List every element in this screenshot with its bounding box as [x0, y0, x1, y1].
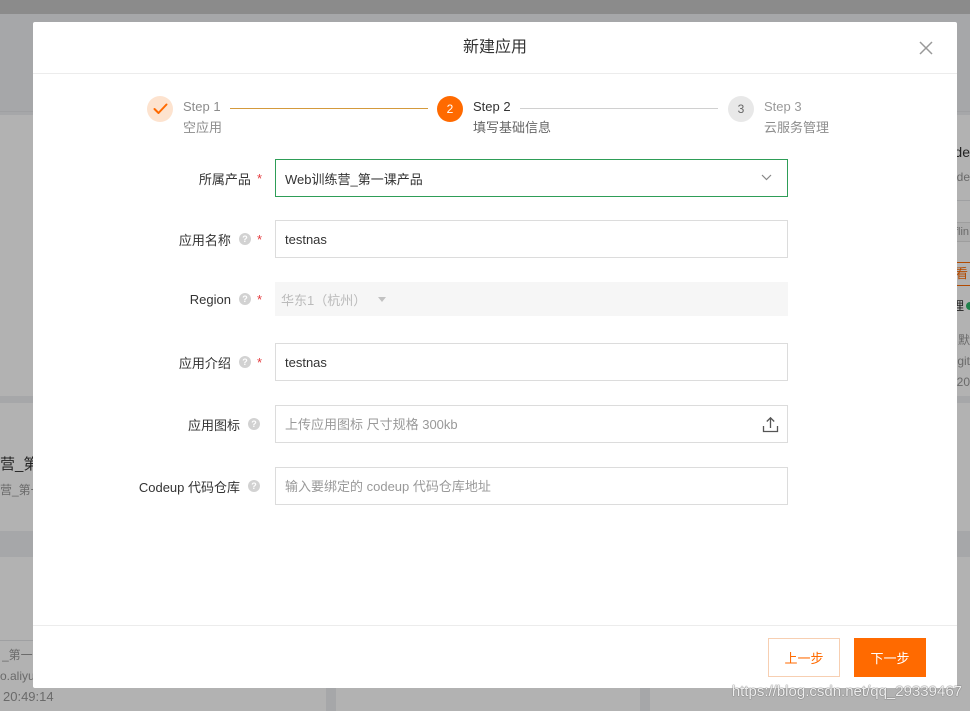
app-name-label: 应用名称 ? *: [33, 220, 262, 258]
app-description-label-text: 应用介绍: [178, 355, 231, 371]
region-select: 华东1（杭州）: [275, 282, 788, 316]
step-2: 2 Step 2 填写基础信息: [437, 96, 551, 137]
codeup-repo-label: Codeup 代码仓库 ?: [33, 467, 262, 505]
product-label-text: 所属产品: [198, 171, 251, 187]
step-3-title: Step 3: [764, 99, 802, 114]
chevron-down-icon: [761, 174, 772, 181]
product-select-value: Web训练营_第一课产品: [285, 171, 423, 187]
close-icon: [919, 41, 933, 55]
form-row-app-icon: 应用图标 ?: [33, 405, 788, 443]
step-1-text: Step 1 空应用: [183, 98, 222, 137]
codeup-repo-label-text: Codeup 代码仓库: [138, 479, 240, 495]
app-icon-label-text: 应用图标: [187, 417, 240, 433]
form-row-codeup-repo: Codeup 代码仓库 ?: [33, 467, 788, 505]
help-icon[interactable]: ?: [238, 233, 251, 245]
form-row-app-name: 应用名称 ? *: [33, 220, 788, 258]
required-mark: *: [256, 291, 262, 307]
form-row-app-description: 应用介绍 ? *: [33, 343, 788, 381]
caret-down-icon: [378, 296, 387, 302]
step-1: Step 1 空应用: [147, 96, 222, 137]
step-3: 3 Step 3 云服务管理: [728, 96, 829, 137]
required-mark: *: [256, 231, 262, 247]
region-select-value: 华东1（杭州）: [281, 292, 367, 308]
app-icon-input[interactable]: [276, 406, 787, 442]
product-select[interactable]: Web训练营_第一课产品: [275, 159, 788, 197]
app-name-field: [275, 220, 788, 258]
step-connector-2: [520, 108, 718, 109]
check-icon: [153, 103, 168, 115]
create-app-dialog: 新建应用 Step 1 空应用 2 Step 2 填写基础信息 3 Step 3: [33, 22, 957, 688]
step-3-description: 云服务管理: [764, 120, 830, 135]
app-icon-label: 应用图标 ?: [33, 405, 262, 443]
step-2-text: Step 2 填写基础信息: [473, 98, 551, 137]
region-label: Region ? *: [33, 282, 262, 316]
close-button[interactable]: [917, 39, 935, 57]
modal-title: 新建应用: [462, 39, 527, 56]
watermark-text: https://blog.csdn.net/qq_29339467: [731, 683, 962, 700]
previous-step-button[interactable]: 上一步: [768, 638, 840, 677]
modal-header: 新建应用: [33, 22, 957, 74]
region-label-text: Region: [189, 291, 231, 307]
step-2-description: 填写基础信息: [473, 120, 552, 135]
step-1-marker: [147, 96, 173, 122]
app-description-input[interactable]: [276, 344, 787, 380]
step-3-marker: 3: [728, 96, 754, 122]
codeup-repo-field: [275, 467, 788, 505]
product-label: 所属产品 *: [33, 159, 262, 197]
step-1-description: 空应用: [183, 120, 223, 135]
app-name-input[interactable]: [276, 221, 787, 257]
required-mark: *: [256, 170, 262, 186]
help-icon[interactable]: ?: [238, 293, 251, 305]
help-icon[interactable]: ?: [248, 418, 260, 430]
codeup-repo-input[interactable]: [276, 468, 787, 504]
app-description-label: 应用介绍 ? *: [33, 343, 262, 381]
app-icon-field: [275, 405, 788, 443]
form-row-product: 所属产品 * Web训练营_第一课产品: [33, 159, 788, 197]
step-1-title: Step 1: [183, 99, 221, 114]
step-connector-1: [230, 108, 428, 109]
next-step-button[interactable]: 下一步: [854, 638, 926, 677]
upload-icon: [762, 416, 779, 433]
help-icon[interactable]: ?: [248, 480, 260, 492]
app-name-label-text: 应用名称: [178, 232, 231, 248]
form-row-region: Region ? * 华东1（杭州）: [33, 282, 788, 316]
app-description-field: [275, 343, 788, 381]
step-2-marker: 2: [437, 96, 463, 122]
help-icon[interactable]: ?: [238, 356, 251, 368]
step-3-text: Step 3 云服务管理: [764, 98, 829, 137]
upload-button[interactable]: [761, 415, 779, 433]
step-2-title: Step 2: [473, 99, 511, 114]
required-mark: *: [256, 354, 262, 370]
modal-footer: 上一步 下一步: [33, 625, 957, 688]
